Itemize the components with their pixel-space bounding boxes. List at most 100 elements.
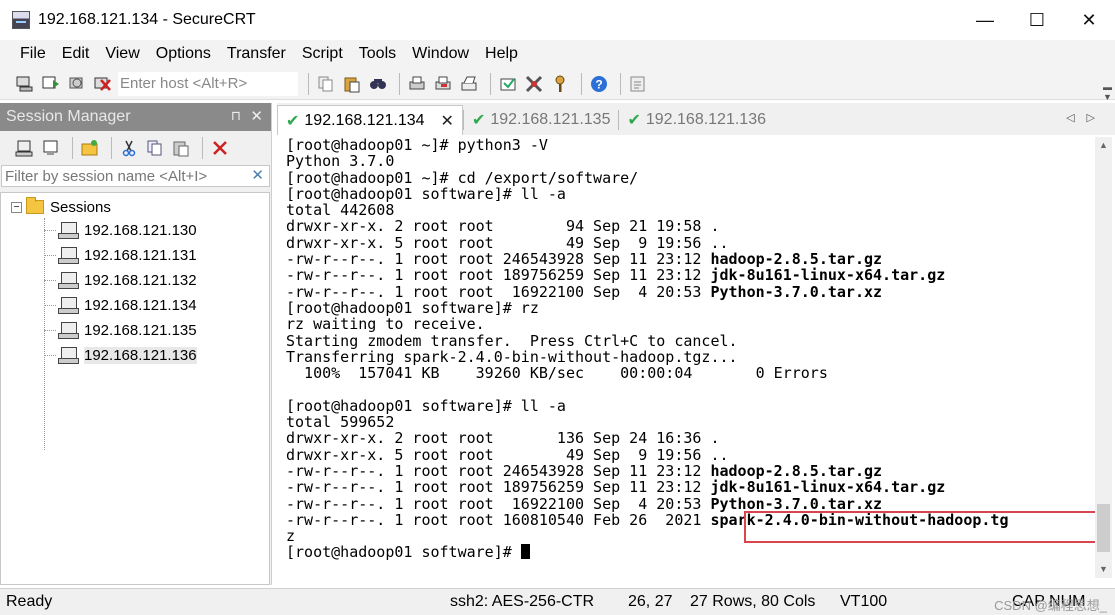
connect-session-icon[interactable] [14, 137, 36, 159]
delete-icon[interactable] [209, 137, 231, 159]
maximize-button[interactable]: ☐ [1011, 0, 1063, 40]
tab-label: 192.168.121.136 [645, 111, 766, 128]
toolbar-separator [399, 72, 400, 95]
terminal-line: -rw-r--r--. 1 root root 16922100 Sep 4 2… [286, 494, 883, 513]
menu-bar: File Edit View Options Transfer Script T… [0, 40, 1115, 68]
session-filter-input[interactable] [2, 167, 242, 185]
terminal-line: rz waiting to receive. [286, 315, 485, 334]
terminal-line: -rw-r--r--. 1 root root 246543928 Sep 11… [286, 250, 883, 269]
terminal-line: Python 3.7.0 [286, 152, 395, 171]
toolbar-separator [490, 72, 491, 95]
print-icon[interactable] [406, 73, 428, 95]
session-label: 192.168.121.134 [84, 296, 197, 314]
session-manager-panel: Session Manager ⊓ ✕ ✕ [0, 103, 272, 585]
sessions-folder-label: Sessions [50, 198, 111, 216]
menu-file[interactable]: File [12, 45, 54, 63]
terminal-line: [root@hadoop01 software]# ll -a [286, 184, 566, 203]
tab-session[interactable]: ✔ 192.168.121.136 [619, 105, 774, 135]
paste-icon[interactable] [341, 73, 363, 95]
enter-host-input[interactable] [118, 71, 298, 96]
terminal-line: drwxr-xr-x. 2 root root 136 Sep 24 16:36… [286, 429, 720, 448]
tab-session[interactable]: ✔ 192.168.121.135 [464, 105, 619, 135]
title-bar: 192.168.121.134 - SecureCRT — ☐ ✕ [0, 0, 1115, 40]
paste-session-icon[interactable] [170, 137, 192, 159]
toolbar-separator [308, 72, 309, 95]
terminal-line: [root@hadoop01 software]# [283, 544, 1095, 561]
menu-tools[interactable]: Tools [351, 45, 404, 63]
session-tab-bar: ✔ 192.168.121.134 ✕ ✔ 192.168.121.135 ✔ … [277, 103, 1115, 135]
session-item[interactable]: 192.168.121.135 [44, 318, 197, 342]
terminal-line: Transferring spark-2.4.0-bin-without-had… [286, 347, 738, 366]
terminal-line: [root@hadoop01 ~]# python3 -V [286, 137, 548, 154]
connected-check-icon: ✔ [471, 112, 486, 129]
disconnect-icon[interactable] [92, 73, 114, 95]
session-icon [58, 296, 79, 314]
tree-connector [44, 254, 56, 256]
tab-active-session[interactable]: ✔ 192.168.121.134 ✕ [277, 105, 463, 135]
tree-connector [44, 279, 56, 281]
filename: jdk-8u161-linux-x64.tar.gz [710, 266, 946, 285]
scrollbar-thumb[interactable] [1097, 504, 1110, 552]
keymap-icon[interactable] [549, 73, 571, 95]
scroll-up-icon[interactable]: ▲ [1095, 137, 1112, 154]
menu-view[interactable]: View [97, 45, 147, 63]
tree-connector [44, 354, 56, 356]
session-options-icon[interactable] [497, 73, 519, 95]
session-manager-close-button[interactable]: ✕ [250, 107, 263, 125]
cipher-status: ssh2: AES-256-CTR [450, 593, 595, 610]
menu-help[interactable]: Help [477, 45, 526, 63]
session-item[interactable]: 192.168.121.132 [44, 268, 197, 292]
cut-icon[interactable] [118, 137, 140, 159]
terminal-scrollbar[interactable]: ▲ ▼ [1095, 137, 1112, 578]
help-icon[interactable]: ? [588, 73, 610, 95]
terminal-line: -rw-r--r--. 1 root root 189756259 Sep 11… [286, 478, 946, 497]
session-label: 192.168.121.136 [84, 346, 197, 364]
connect-in-tab-icon[interactable] [40, 137, 62, 159]
copy-icon[interactable] [315, 73, 337, 95]
quick-connect-icon[interactable] [40, 73, 62, 95]
menu-edit[interactable]: Edit [54, 45, 98, 63]
reconnect-icon[interactable] [66, 73, 88, 95]
watermark: CSDN @编程思想_ [994, 598, 1107, 613]
menu-options[interactable]: Options [148, 45, 219, 63]
print-selection-icon[interactable] [432, 73, 454, 95]
tab-close-icon[interactable]: ✕ [441, 111, 454, 131]
connect-icon[interactable] [14, 73, 36, 95]
filter-clear-icon[interactable]: ✕ [251, 166, 264, 184]
terminal-line: total 599652 [286, 413, 395, 432]
terminal-line: drwxr-xr-x. 2 root root 94 Sep 21 19:58 … [286, 217, 720, 236]
status-bar: Ready ssh2: AES-256-CTR 26, 27 27 Rows, … [0, 588, 1115, 615]
pin-icon[interactable]: ⊓ [231, 108, 241, 124]
minimize-button[interactable]: — [959, 0, 1011, 40]
session-item[interactable]: 192.168.121.134 [44, 293, 197, 317]
filename: Python-3.7.0.tar.xz [710, 282, 883, 301]
window-controls: — ☐ ✕ [959, 0, 1115, 40]
menu-transfer[interactable]: Transfer [219, 45, 294, 63]
new-folder-icon[interactable] [79, 137, 101, 159]
main-toolbar: ? [0, 68, 1115, 100]
copy-session-icon[interactable] [144, 137, 166, 159]
tab-scroll-arrows[interactable]: ◁▷ [1066, 111, 1107, 124]
session-item[interactable]: 192.168.121.130 [44, 218, 197, 242]
filename: Python-3.7.0.tar.xz [710, 494, 883, 513]
tree-connector [44, 304, 56, 306]
find-icon[interactable] [367, 73, 389, 95]
session-item[interactable]: 192.168.121.131 [44, 243, 197, 267]
script-icon[interactable] [627, 73, 649, 95]
close-button[interactable]: ✕ [1063, 0, 1115, 40]
toolbar-overflow-icon[interactable]: ▬ ▼ [1103, 82, 1112, 102]
sessions-folder[interactable]: − Sessions [11, 197, 111, 217]
tree-connector [44, 329, 56, 331]
print-setup-icon[interactable] [458, 73, 480, 95]
scroll-down-icon[interactable]: ▼ [1095, 561, 1112, 578]
menu-script[interactable]: Script [294, 45, 351, 63]
session-icon [58, 221, 79, 239]
menu-window[interactable]: Window [404, 45, 477, 63]
session-item-selected[interactable]: 192.168.121.136 [44, 343, 197, 367]
global-options-icon[interactable] [523, 73, 545, 95]
connected-check-icon: ✔ [286, 112, 300, 130]
session-manager-header: Session Manager ⊓ ✕ [0, 103, 271, 131]
collapse-icon[interactable]: − [11, 201, 22, 213]
toolbar-separator [111, 137, 112, 159]
toolbar-separator [202, 137, 203, 159]
